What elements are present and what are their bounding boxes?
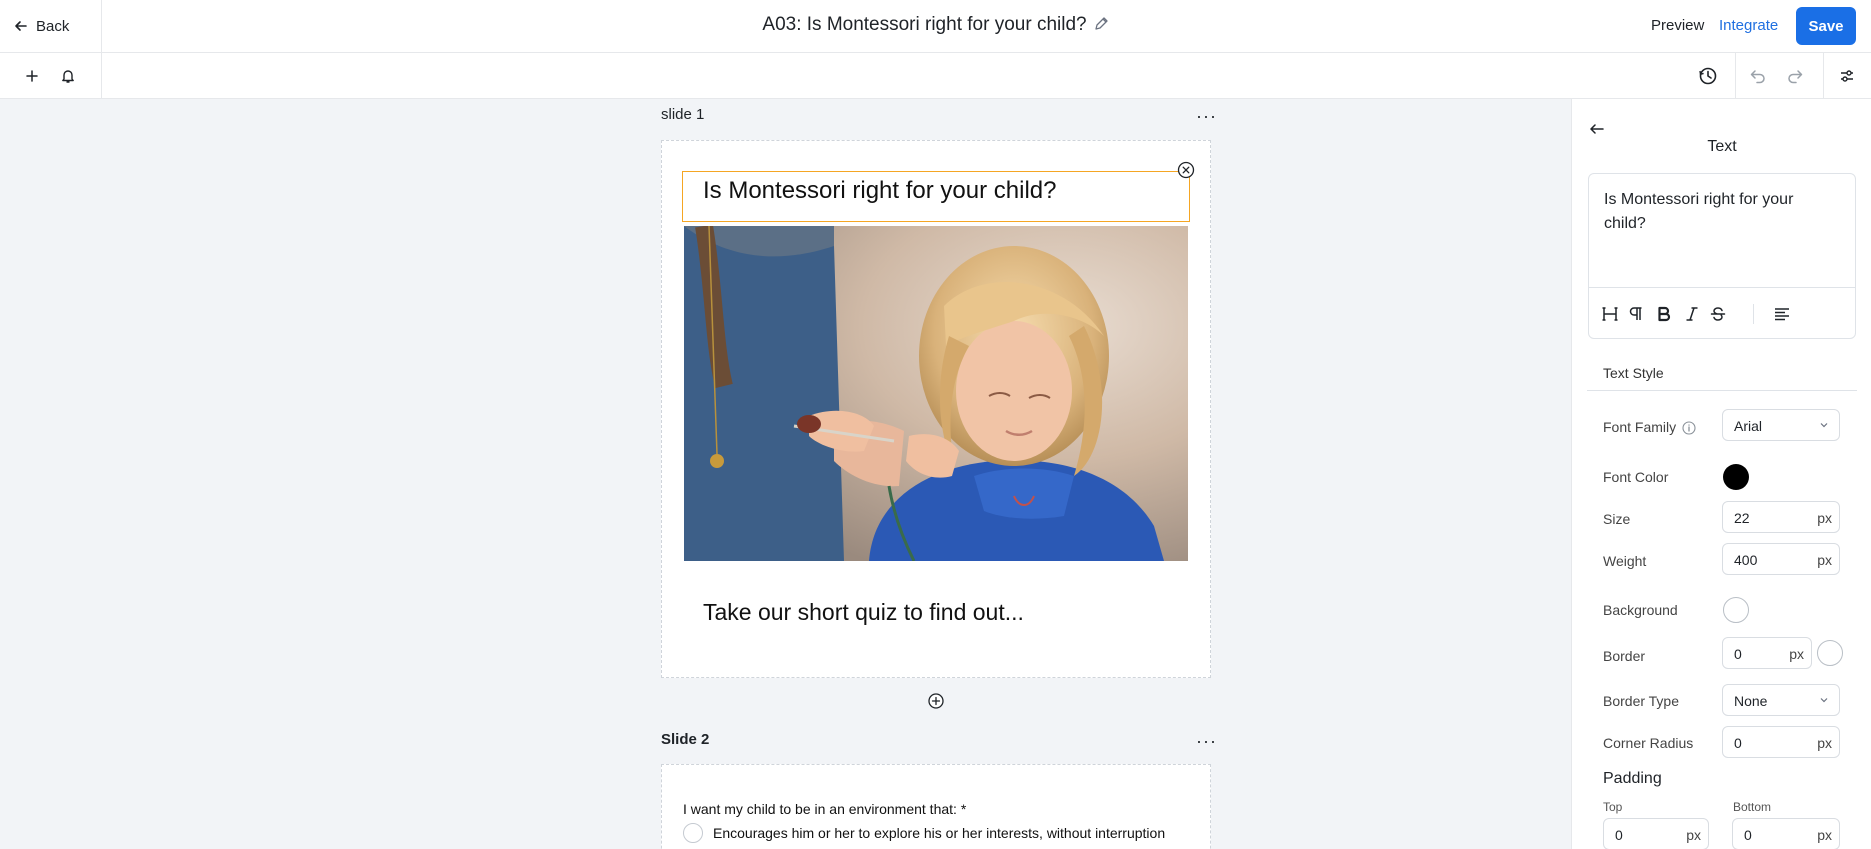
slide-1-more-button[interactable]: ··· <box>1196 107 1217 125</box>
undo-button[interactable] <box>1747 65 1769 87</box>
size-unit: px <box>1817 510 1832 526</box>
slide-1-label: slide 1 <box>661 106 705 123</box>
integrate-button[interactable]: Integrate <box>1719 17 1778 34</box>
border-type-value: None <box>1734 693 1768 709</box>
corner-radius-label: Corner Radius <box>1603 735 1694 751</box>
undo-icon <box>1750 70 1765 84</box>
corner-radius-unit: px <box>1817 735 1832 751</box>
divider <box>101 53 102 99</box>
font-family-value: Arial <box>1734 418 1763 434</box>
strikethrough-icon <box>1710 307 1726 321</box>
border-width-input[interactable]: 0 px <box>1722 637 1812 669</box>
pencil-icon[interactable] <box>1093 16 1109 32</box>
slide-2-more-button[interactable]: ··· <box>1196 732 1217 750</box>
slide-1-photo[interactable] <box>684 226 1188 561</box>
history-icon <box>1699 67 1717 85</box>
divider <box>1753 304 1754 324</box>
border-width-unit: px <box>1789 646 1804 662</box>
text-style-heading: Text Style <box>1603 365 1664 381</box>
background-color-swatch[interactable] <box>1723 597 1749 623</box>
corner-radius-value: 0 <box>1734 735 1742 751</box>
slide-2-option[interactable]: Encourages him or her to explore his or … <box>683 823 1165 843</box>
border-type-select[interactable]: None <box>1722 684 1840 716</box>
weight-input[interactable]: 400 px <box>1722 543 1840 575</box>
remove-element-icon[interactable] <box>1177 161 1195 179</box>
info-icon[interactable] <box>1682 421 1696 435</box>
chevron-down-icon <box>1820 698 1828 703</box>
settings-sliders-icon <box>1841 70 1853 82</box>
italic-icon <box>1686 307 1698 321</box>
document-title[interactable]: A03: Is Montessori right for your child? <box>0 14 1871 36</box>
add-element-button[interactable] <box>21 65 43 87</box>
option-label: Encourages him or her to explore his or … <box>713 825 1166 841</box>
background-label: Background <box>1603 602 1678 618</box>
size-label: Size <box>1603 511 1631 527</box>
divider <box>1735 53 1736 99</box>
history-button[interactable] <box>1697 65 1719 87</box>
italic-button[interactable] <box>1681 303 1703 325</box>
properties-panel: Text Is Montessori right for your child? <box>1571 99 1871 849</box>
border-width-value: 0 <box>1734 646 1742 662</box>
padding-top-input[interactable]: 0 px <box>1603 818 1709 849</box>
padding-top-unit: px <box>1686 827 1701 843</box>
font-family-label: Font Family <box>1603 419 1696 435</box>
border-color-swatch[interactable] <box>1817 640 1843 666</box>
font-color-label: Font Color <box>1603 469 1669 485</box>
slide-2-question[interactable]: I want my child to be in an environment … <box>683 801 966 817</box>
notifications-button[interactable] <box>57 65 79 87</box>
border-label: Border <box>1603 648 1646 664</box>
font-family-select[interactable]: Arial <box>1722 409 1840 441</box>
bell-icon <box>62 70 74 83</box>
paragraph-icon <box>1629 307 1642 320</box>
panel-title: Text <box>1707 138 1737 155</box>
divider <box>1823 53 1824 99</box>
heading-button[interactable] <box>1599 303 1621 325</box>
size-input[interactable]: 22 px <box>1722 501 1840 533</box>
arrow-left-icon[interactable] <box>1587 119 1607 139</box>
redo-icon <box>1788 70 1803 84</box>
font-family-label-text: Font Family <box>1603 419 1677 435</box>
bold-icon <box>1658 306 1671 322</box>
border-type-label: Border Type <box>1603 693 1680 709</box>
format-toolbar <box>1589 287 1855 339</box>
padding-bottom-input[interactable]: 0 px <box>1732 818 1840 849</box>
radio-button[interactable] <box>683 823 703 843</box>
align-left-icon <box>1775 308 1789 321</box>
padding-top-label: Top <box>1603 800 1623 814</box>
corner-radius-input[interactable]: 0 px <box>1722 726 1840 758</box>
child-photo-illustration <box>684 226 1188 561</box>
weight-label: Weight <box>1603 553 1647 569</box>
heading-icon <box>1602 307 1618 321</box>
document-title-text: A03: Is Montessori right for your child? <box>762 14 1087 35</box>
align-button[interactable] <box>1771 303 1793 325</box>
text-editor[interactable]: Is Montessori right for your child? <box>1588 173 1856 339</box>
padding-heading: Padding <box>1603 770 1662 787</box>
settings-button[interactable] <box>1836 65 1858 87</box>
text-editor-content[interactable]: Is Montessori right for your child? <box>1604 188 1834 236</box>
font-color-swatch[interactable] <box>1723 464 1749 490</box>
weight-unit: px <box>1817 552 1832 568</box>
padding-bottom-unit: px <box>1817 827 1832 843</box>
strikethrough-button[interactable] <box>1707 303 1729 325</box>
top-bar: Back A03: Is Montessori right for your c… <box>0 0 1871 53</box>
slide-2-label: Slide 2 <box>661 731 710 748</box>
padding-bottom-label: Bottom <box>1733 800 1772 814</box>
preview-button[interactable]: Preview <box>1651 17 1704 34</box>
editor-toolbar <box>0 53 1871 99</box>
size-value: 22 <box>1734 510 1750 526</box>
padding-top-value: 0 <box>1615 827 1623 843</box>
slide-1-subtitle[interactable]: Take our short quiz to find out... <box>703 599 1024 626</box>
weight-value: 400 <box>1734 552 1758 568</box>
redo-button[interactable] <box>1784 65 1806 87</box>
padding-bottom-value: 0 <box>1744 827 1752 843</box>
plus-icon <box>26 70 38 82</box>
divider <box>1587 390 1857 391</box>
add-slide-icon[interactable] <box>927 692 945 710</box>
slide-1-heading-text[interactable]: Is Montessori right for your child? <box>682 171 1190 222</box>
save-button[interactable]: Save <box>1796 7 1856 45</box>
chevron-down-icon <box>1820 423 1828 428</box>
paragraph-button[interactable] <box>1625 303 1647 325</box>
bold-button[interactable] <box>1653 303 1675 325</box>
